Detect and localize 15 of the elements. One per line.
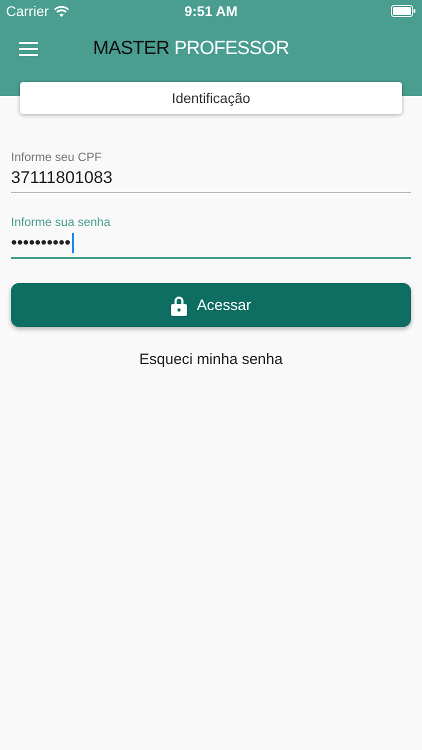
carrier-label: Carrier xyxy=(6,3,49,19)
status-time: 9:51 AM xyxy=(184,3,238,19)
field-label: Informe seu CPF xyxy=(11,150,103,164)
input-field[interactable]: 37111801083 xyxy=(11,164,411,193)
section-tab[interactable]: Identificação xyxy=(20,82,402,114)
app-title: MASTER xyxy=(93,38,170,60)
app-title: PROFESSOR xyxy=(174,38,289,60)
lock-icon xyxy=(170,294,187,316)
menu-icon[interactable] xyxy=(19,42,38,56)
login-button[interactable]: Acessar xyxy=(11,283,411,327)
wifi-icon xyxy=(54,6,69,16)
input-field[interactable]: •••••••••• xyxy=(11,229,411,259)
battery-icon xyxy=(391,5,416,17)
forgot-password-link[interactable]: Esqueci minha senha xyxy=(139,351,283,368)
field-label: Informe sua senha xyxy=(11,215,112,229)
